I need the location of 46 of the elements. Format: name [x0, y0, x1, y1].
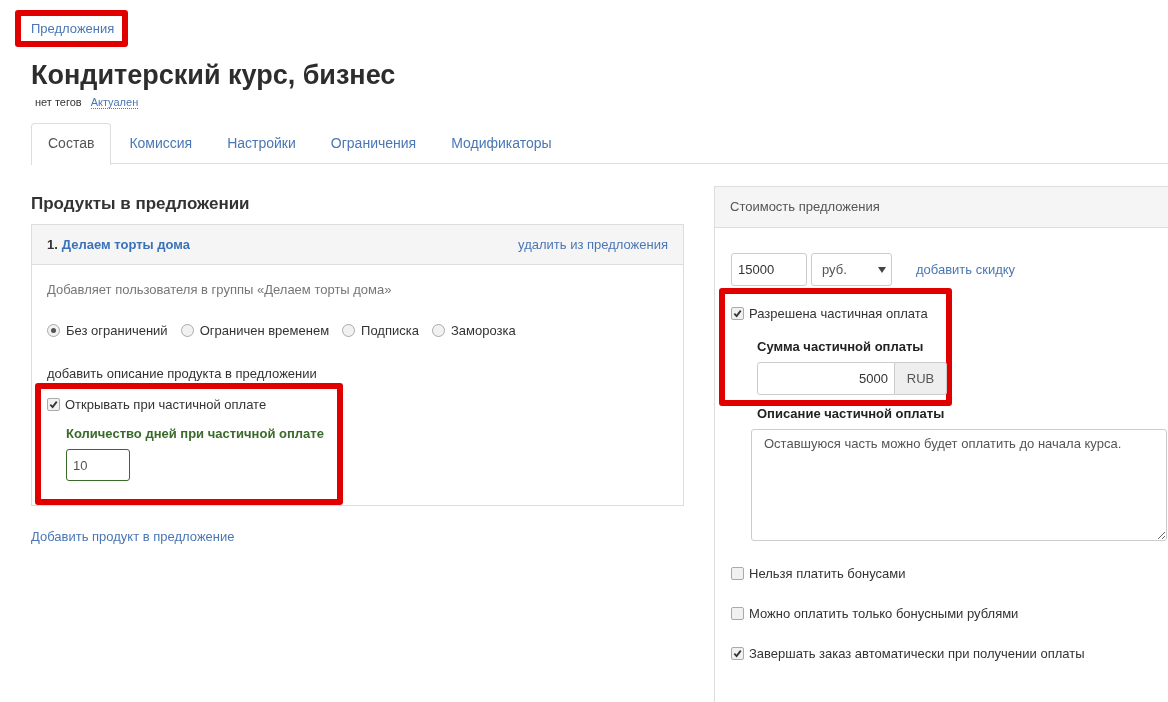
checkbox-label: Завершать заказ автоматически при получении оплаты [749, 646, 1085, 661]
field-label: Описание частичной оплаты [757, 406, 946, 421]
checkbox-label: Открывать при частичной оплате [65, 397, 267, 412]
add-product-link[interactable]: Добавить продукт в предложение [31, 529, 684, 544]
tab[interactable]: Настройки [210, 123, 313, 164]
tab[interactable]: Модификаторы [434, 123, 569, 164]
caret-icon [878, 266, 886, 273]
description-field[interactable]: Оставшуюся часть можно будет оплатить до начала курса. [751, 429, 1167, 541]
amount-field[interactable]: 5000 [757, 362, 895, 395]
status-link[interactable]: Актуален [90, 96, 139, 109]
checkbox[interactable] [47, 398, 60, 411]
price-field[interactable]: 15000 [731, 253, 807, 286]
product-number: 1. [47, 237, 58, 252]
radio-button[interactable] [180, 324, 194, 337]
days-field[interactable]: 10 [66, 449, 130, 481]
currency-select[interactable]: руб. [811, 253, 892, 286]
panel-header: Стоимость предложения [715, 187, 1168, 228]
radio-button[interactable] [47, 324, 60, 337]
checkbox-label: Нельзя платить бонусами [749, 566, 906, 581]
section-heading: Продукты в предложении [31, 194, 251, 214]
page-title: Кондитерский курс, бизнес [31, 59, 397, 92]
checkbox-label: Можно оплатить только бонусными рублями [749, 606, 1019, 621]
tab[interactable]: Ограничения [313, 123, 434, 164]
checkbox-label: Разрешена частичная оплата [749, 306, 928, 321]
radio-label: Заморозка [450, 323, 516, 338]
product-description: Добавляет пользователя в группы «Делаем торты дома» [47, 282, 393, 297]
radio-label: Без ограничений [66, 323, 168, 338]
tab[interactable]: Состав [31, 123, 112, 165]
checkbox[interactable] [731, 607, 744, 620]
checkbox[interactable] [731, 307, 744, 320]
checkbox[interactable] [731, 647, 744, 660]
checkbox[interactable] [731, 567, 744, 580]
radio-label: Подписка [361, 323, 419, 338]
remove-link[interactable]: удалить из предложения [518, 237, 668, 252]
radio-button[interactable] [431, 324, 445, 337]
tab[interactable]: Комиссия [112, 123, 210, 164]
field-label: Количество дней при частичной оплате [66, 426, 325, 441]
product-link[interactable]: Делаем торты дома [61, 237, 190, 252]
add-description-link[interactable]: добавить описание продукта в предложении [47, 366, 668, 381]
tags-label: нет тегов [35, 96, 82, 108]
field-label: Сумма частичной оплаты [757, 339, 925, 354]
add-discount-link[interactable]: добавить скидку [916, 262, 1016, 277]
currency-addon: RUB [895, 362, 947, 395]
radio-label: Ограничен временем [199, 323, 330, 338]
breadcrumb-link[interactable]: Предложения [31, 21, 115, 36]
radio-button[interactable] [342, 324, 356, 337]
